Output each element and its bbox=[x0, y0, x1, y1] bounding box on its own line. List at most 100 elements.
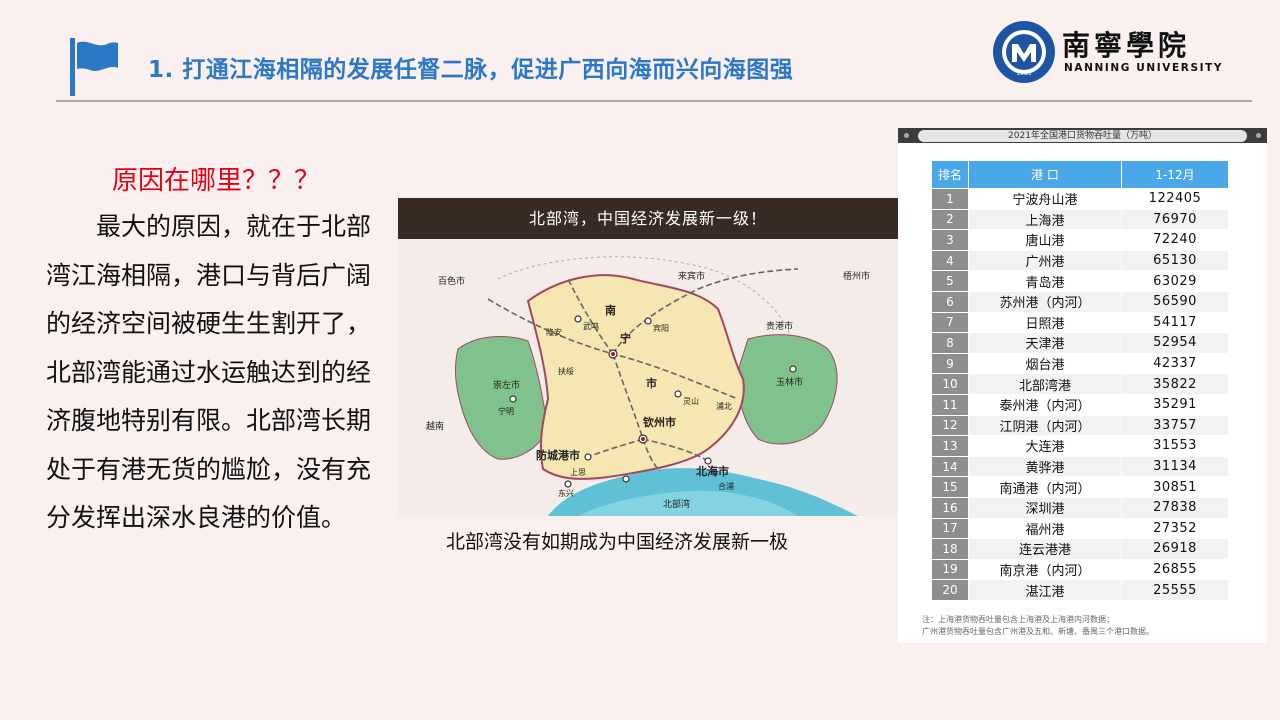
port-name-cell: 上海港 bbox=[968, 208, 1122, 231]
table-row: 5 青岛港 63029 bbox=[931, 270, 1229, 292]
table-row: 13 大连港 31553 bbox=[931, 435, 1229, 457]
throughput-cell: 26918 bbox=[1121, 538, 1229, 560]
throughput-cell: 35291 bbox=[1121, 393, 1229, 416]
port-name-cell: 湛江港 bbox=[968, 579, 1122, 601]
titlebar-dot-icon bbox=[1256, 133, 1261, 138]
table-row: 20 湛江港 25555 bbox=[931, 579, 1229, 601]
table-row: 18 连云港港 26918 bbox=[931, 538, 1229, 560]
rank-cell: 19 bbox=[931, 558, 969, 581]
header-value: 1-12月 bbox=[1121, 160, 1229, 189]
rank-cell: 8 bbox=[931, 332, 969, 354]
throughput-cell: 122405 bbox=[1121, 188, 1229, 210]
university-logo: 1985 南寧學院 NANNING UNIVERSITY bbox=[992, 18, 1222, 88]
table-row: 17 福州港 27352 bbox=[931, 517, 1229, 540]
table-row: 7 日照港 54117 bbox=[931, 311, 1229, 334]
map-label-fusui: 扶绥 bbox=[558, 366, 574, 376]
throughput-cell: 26855 bbox=[1121, 558, 1229, 581]
table-row: 15 南通港（内河） 30851 bbox=[931, 476, 1229, 498]
university-seal-icon: 1985 bbox=[993, 21, 1055, 83]
slide-title: 1. 打通江海相隔的发展任督二脉，促进广西向海而兴向海图强 bbox=[148, 57, 794, 83]
table-row: 2 上海港 76970 bbox=[931, 208, 1229, 231]
table-header-row: 排名 港 口 1-12月 bbox=[931, 160, 1229, 189]
map-label-qinzhou: 钦州市 bbox=[643, 415, 676, 429]
map-banner-text: 北部湾，中国经济发展新一级！ bbox=[528, 209, 767, 228]
map-label-beibuwan: 北部湾 bbox=[663, 498, 690, 510]
table-note: 注：上海港货物吞吐量包含上海港及上海港内河数据； 广州港货物吞吐量包含广州港及五… bbox=[922, 614, 1252, 638]
map-label-fangchenggang: 防城港市 bbox=[536, 448, 580, 462]
table-row: 14 黄骅港 31134 bbox=[931, 455, 1229, 478]
map-label-ningming: 宁明 bbox=[498, 406, 514, 416]
port-name-cell: 天津港 bbox=[968, 332, 1122, 354]
question-heading: 原因在哪里？？？ bbox=[112, 166, 321, 196]
logo-chinese-name: 南寧學院 bbox=[1062, 29, 1191, 62]
map-label-lingshan: 灵山 bbox=[683, 396, 699, 406]
map-label-nanning3: 市 bbox=[646, 376, 657, 390]
map-label-hepu: 合浦 bbox=[718, 481, 734, 491]
port-name-cell: 泰州港（内河） bbox=[968, 393, 1122, 416]
rank-cell: 9 bbox=[931, 352, 969, 375]
port-name-cell: 青岛港 bbox=[968, 270, 1122, 292]
port-name-cell: 南京港（内河） bbox=[968, 558, 1122, 581]
rank-cell: 2 bbox=[931, 208, 969, 231]
svg-text:1985: 1985 bbox=[1016, 70, 1031, 77]
map-label-dongxing: 东兴 bbox=[558, 488, 574, 498]
throughput-cell: 35822 bbox=[1121, 373, 1229, 395]
port-name-cell: 黄骅港 bbox=[968, 455, 1122, 478]
table-row: 4 广州港 65130 bbox=[931, 249, 1229, 272]
map-banner: 北部湾，中国经济发展新一级！ bbox=[398, 198, 898, 239]
rank-cell: 10 bbox=[931, 373, 969, 395]
throughput-cell: 54117 bbox=[1121, 311, 1229, 334]
port-name-cell: 深圳港 bbox=[968, 496, 1122, 519]
port-name-cell: 连云港港 bbox=[968, 538, 1122, 560]
map-label-yulin: 玉林市 bbox=[776, 376, 803, 388]
beibu-gulf-map: 北部湾，中国经济发展新一级！ 南 宁 市 钦州市 防城港市 北海市 崇左市 玉林… bbox=[398, 198, 898, 516]
rank-cell: 18 bbox=[931, 538, 969, 560]
map-label-wuzhou: 梧州市 bbox=[843, 270, 870, 282]
map-label-nanning: 南 bbox=[605, 303, 616, 317]
throughput-cell: 25555 bbox=[1121, 579, 1229, 601]
table-row: 10 北部湾港 35822 bbox=[931, 373, 1229, 395]
throughput-cell: 27352 bbox=[1121, 517, 1229, 540]
rank-cell: 7 bbox=[931, 311, 969, 334]
map-caption: 北部湾没有如期成为中国经济发展新一极 bbox=[446, 531, 789, 553]
port-name-cell: 北部湾港 bbox=[968, 373, 1122, 395]
titlebar-dot-icon bbox=[904, 133, 909, 138]
rank-cell: 3 bbox=[931, 229, 969, 251]
map-illustration: 南 宁 市 钦州市 防城港市 北海市 崇左市 玉林市 百色市 来宾市 贵港市 梧… bbox=[398, 239, 898, 516]
table-row: 11 泰州港（内河） 35291 bbox=[931, 393, 1229, 416]
map-label-nanning2: 宁 bbox=[620, 331, 631, 345]
rank-cell: 6 bbox=[931, 290, 969, 313]
logo-english-name: NANNING UNIVERSITY bbox=[1064, 62, 1224, 74]
throughput-cell: 76970 bbox=[1121, 208, 1229, 231]
rank-cell: 20 bbox=[931, 579, 969, 601]
throughput-cell: 31553 bbox=[1121, 435, 1229, 457]
table-row: 3 唐山港 72240 bbox=[931, 229, 1229, 251]
throughput-cell: 65130 bbox=[1121, 249, 1229, 272]
table-row: 19 南京港（内河） 26855 bbox=[931, 558, 1229, 581]
rank-cell: 17 bbox=[931, 517, 969, 540]
rank-cell: 15 bbox=[931, 476, 969, 498]
table-row: 8 天津港 52954 bbox=[931, 332, 1229, 354]
map-label-yuenan: 越南 bbox=[426, 420, 444, 432]
rank-cell: 5 bbox=[931, 270, 969, 292]
map-label-beihai: 北海市 bbox=[696, 464, 729, 478]
map-label-baise: 百色市 bbox=[438, 275, 465, 287]
flag-icon bbox=[70, 38, 118, 96]
throughput-cell: 27838 bbox=[1121, 496, 1229, 519]
throughput-cell: 63029 bbox=[1121, 270, 1229, 292]
table-title: 2021年全国港口货物吞吐量（万吨） bbox=[918, 130, 1247, 142]
table-row: 6 苏州港（内河） 56590 bbox=[931, 290, 1229, 313]
table-row: 1 宁波舟山港 122405 bbox=[931, 188, 1229, 210]
body-paragraph: 最大的原因，就在于北部湾江海相隔，港口与背后广阔的经济空间被硬生生割开了，北部湾… bbox=[46, 212, 372, 532]
table-row: 12 江阴港（内河） 33757 bbox=[931, 414, 1229, 437]
map-label-longan: 隆安 bbox=[546, 327, 562, 337]
port-name-cell: 宁波舟山港 bbox=[968, 188, 1122, 210]
port-name-cell: 苏州港（内河） bbox=[968, 290, 1122, 313]
map-label-chongzuo: 崇左市 bbox=[493, 379, 520, 391]
rank-cell: 13 bbox=[931, 435, 969, 457]
table-titlebar: 2021年全国港口货物吞吐量（万吨） bbox=[898, 128, 1267, 143]
map-label-binyang: 宾阳 bbox=[653, 323, 669, 333]
table-row: 16 深圳港 27838 bbox=[931, 496, 1229, 519]
map-label-shangsi: 上思 bbox=[570, 468, 586, 477]
rank-cell: 14 bbox=[931, 455, 969, 478]
